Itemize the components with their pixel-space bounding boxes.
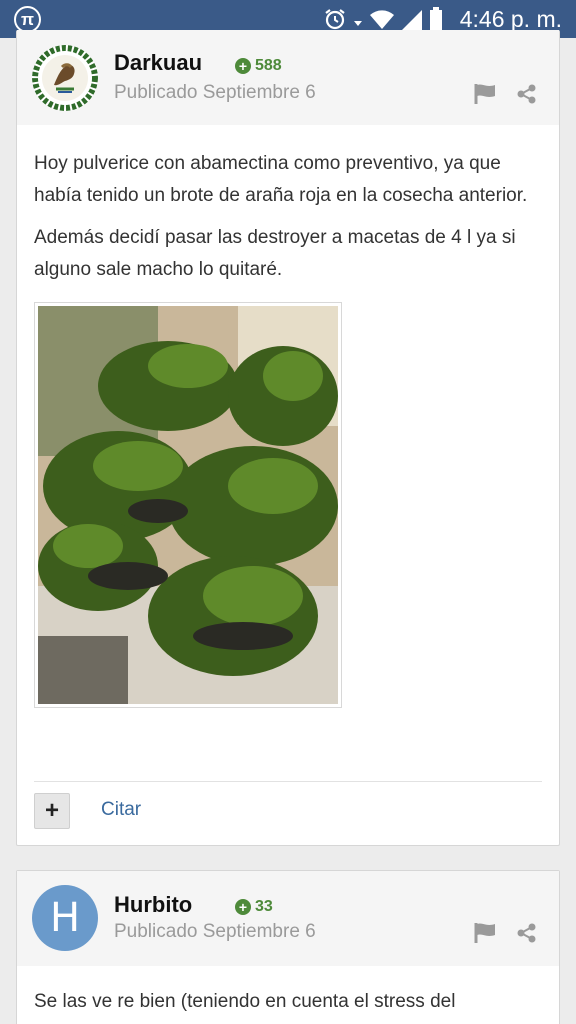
- post-card: Darkuau + 588 Publicado Septiembre 6 Hoy…: [16, 30, 560, 846]
- post-date[interactable]: Publicado Septiembre 6: [114, 82, 316, 104]
- post-card: H Hurbito + 33 Publicado Septiembre 6 Se…: [16, 870, 560, 1024]
- plants-photo: [38, 306, 338, 704]
- signal-icon: [402, 10, 422, 30]
- battery-icon: [430, 7, 442, 31]
- reputation-count: 33: [255, 898, 273, 915]
- wifi-icon: [370, 10, 394, 29]
- pi-app-icon: π: [14, 6, 41, 33]
- plus-circle-icon: +: [235, 58, 251, 74]
- share-icon[interactable]: [517, 84, 537, 104]
- post-image[interactable]: [34, 302, 342, 708]
- reputation-count: 588: [255, 57, 282, 74]
- post-body: Se las ve re bien (teniendo en cuenta el…: [17, 966, 559, 1018]
- post-paragraph: Se las ve re bien (teniendo en cuenta el…: [34, 991, 456, 1012]
- flag-icon[interactable]: [474, 84, 496, 104]
- clock: 4:46 p. m.: [459, 6, 562, 32]
- post-header: Darkuau + 588 Publicado Septiembre 6: [17, 30, 559, 125]
- avatar[interactable]: H: [32, 885, 98, 951]
- mexican-seal-avatar: [32, 45, 98, 111]
- divider: [34, 781, 542, 782]
- post-body: Hoy pulverice con abamectina como preven…: [17, 125, 559, 708]
- reputation-badge: + 33: [235, 898, 273, 916]
- quote-link[interactable]: Citar: [101, 799, 141, 821]
- author-name[interactable]: Hurbito: [114, 892, 192, 918]
- plus-circle-icon: +: [235, 899, 251, 915]
- post-header: H Hurbito + 33 Publicado Septiembre 6: [17, 871, 559, 966]
- post-paragraph: Además decidí pasar las destroyer a mace…: [34, 227, 516, 280]
- reputation-badge: + 588: [235, 57, 282, 75]
- status-icons: [323, 6, 443, 32]
- flag-icon[interactable]: [474, 923, 496, 943]
- share-icon[interactable]: [517, 923, 537, 943]
- author-name[interactable]: Darkuau: [114, 50, 202, 76]
- add-reaction-button[interactable]: +: [34, 793, 70, 829]
- post-date[interactable]: Publicado Septiembre 6: [114, 921, 316, 943]
- data-arrows-icon: [354, 21, 362, 26]
- post-paragraph: Hoy pulverice con abamectina como preven…: [34, 153, 528, 206]
- alarm-icon: [325, 9, 345, 30]
- avatar[interactable]: [32, 45, 98, 111]
